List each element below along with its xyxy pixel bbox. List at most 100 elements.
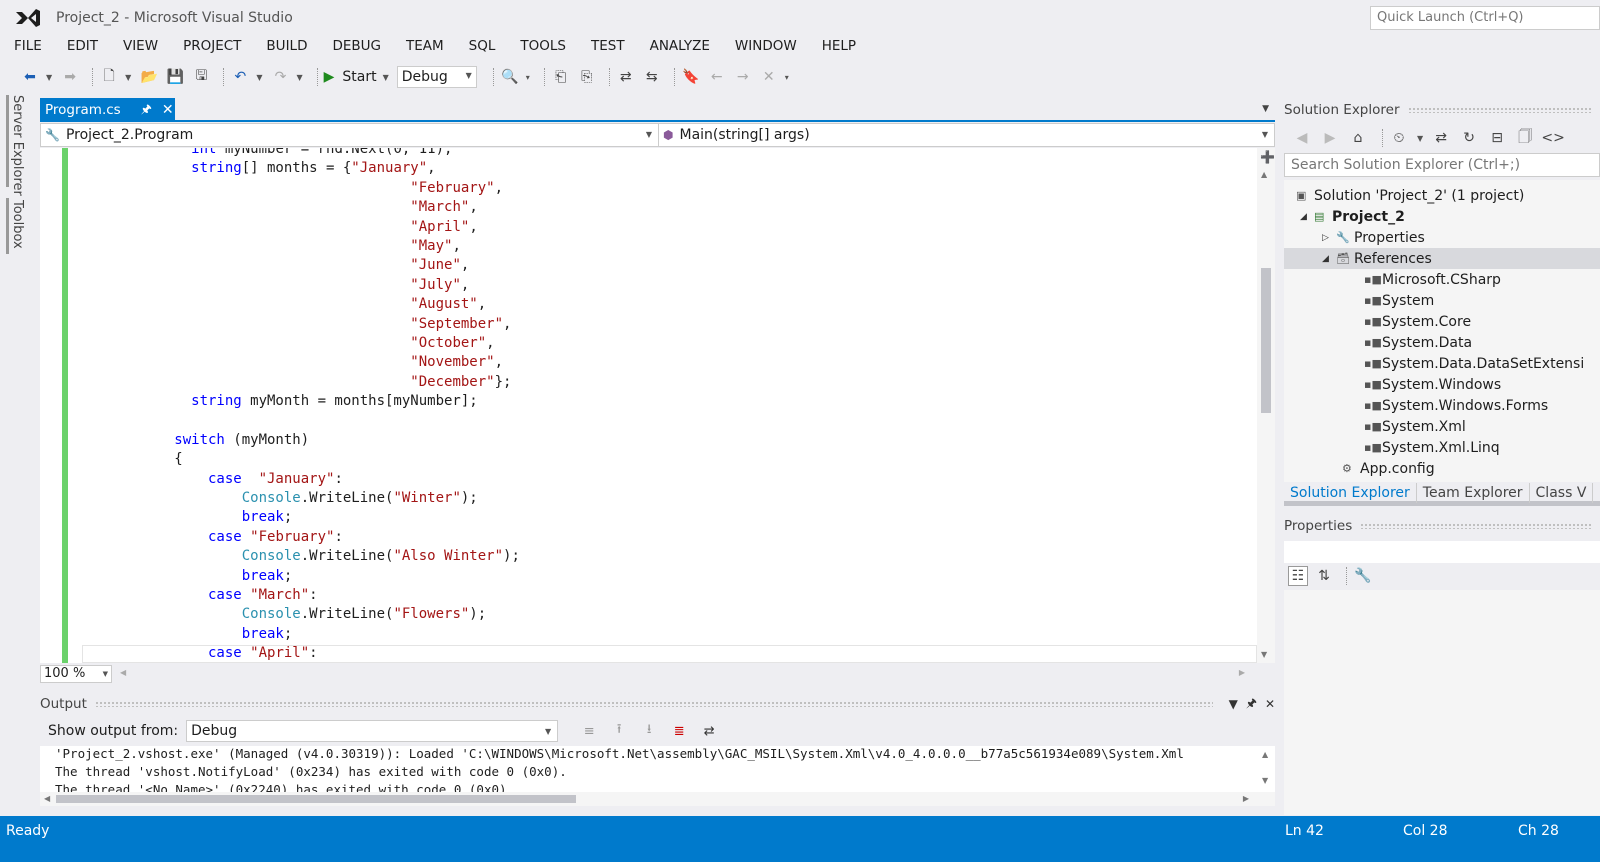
editor-vertical-scrollbar[interactable]: ➕ ▲ ▼	[1257, 148, 1275, 663]
tree-item-solution[interactable]: ▣ Solution 'Project_2' (1 project)	[1296, 185, 1524, 206]
menu-view[interactable]: VIEW	[123, 38, 158, 60]
close-icon[interactable]: ✕	[1265, 697, 1275, 711]
menu-team[interactable]: TEAM	[406, 38, 444, 60]
code-line[interactable]: "May",	[90, 237, 1255, 256]
new-project-dropdown-icon[interactable]: ▼	[125, 73, 131, 82]
code-line[interactable]	[90, 411, 1255, 430]
scroll-right-icon[interactable]: ▶	[1243, 794, 1249, 803]
menu-analyze[interactable]: ANALYZE	[650, 38, 710, 60]
go-to-next-message-icon[interactable]: ⭳	[638, 721, 660, 741]
undo-dropdown-icon[interactable]: ▼	[256, 73, 262, 82]
solution-configuration-select[interactable]: Debug ▼	[396, 66, 477, 88]
drag-grip[interactable]	[1360, 523, 1592, 529]
new-project-icon[interactable]: 🗋	[99, 67, 119, 87]
output-vertical-scrollbar[interactable]: ▲ ▼	[1257, 746, 1275, 792]
code-line[interactable]: "October",	[90, 334, 1255, 353]
uncomment-lines-icon[interactable]: ⇆	[642, 67, 662, 87]
expanded-icon[interactable]: ◢	[1300, 212, 1314, 222]
class-navigation-dropdown[interactable]: 🔧 Project_2.Program ▼	[41, 124, 659, 146]
scroll-down-icon[interactable]: ▼	[1261, 650, 1267, 659]
code-line[interactable]: "September",	[90, 315, 1255, 334]
code-line[interactable]: "March",	[90, 198, 1255, 217]
menu-edit[interactable]: EDIT	[67, 38, 98, 60]
output-text-area[interactable]: 'Project_2.vshost.exe' (Managed (v4.0.30…	[40, 746, 1275, 792]
code-text[interactable]: int myNumber = rnd.Next(0, 11); string[]…	[90, 148, 1255, 663]
tree-item-reference[interactable]: ▪■ Microsoft.CSharp	[1364, 269, 1501, 290]
window-position-dropdown-icon[interactable]: ▼	[1229, 697, 1238, 711]
expanded-icon[interactable]: ◢	[1322, 254, 1336, 264]
code-line[interactable]: {	[90, 450, 1255, 469]
menu-help[interactable]: HELP	[822, 38, 856, 60]
menu-debug[interactable]: DEBUG	[332, 38, 381, 60]
start-dropdown-icon[interactable]: ▼	[383, 73, 389, 82]
redo-icon[interactable]: ↷	[270, 67, 290, 87]
scroll-up-icon[interactable]: ▲	[1262, 750, 1268, 759]
code-line[interactable]: case "February":	[90, 528, 1255, 547]
tree-item-reference[interactable]: ▪■ System.Xml	[1364, 416, 1466, 437]
scroll-left-icon[interactable]: ◀	[120, 668, 126, 677]
drag-grip[interactable]	[1407, 107, 1592, 113]
server-explorer-tab[interactable]: Server Explorer	[10, 95, 25, 196]
solution-explorer-search-input[interactable]: Search Solution Explorer (Ctrl+;)	[1284, 153, 1600, 177]
navigate-back-dropdown-icon[interactable]: ▼	[46, 73, 52, 82]
find-dropdown-icon[interactable]: ▾	[526, 73, 530, 82]
code-line[interactable]: Console.WriteLine("Flowers");	[90, 605, 1255, 624]
tree-item-reference[interactable]: ▪■ System.Windows.Forms	[1364, 395, 1548, 416]
code-editor[interactable]: int myNumber = rnd.Next(0, 11); string[]…	[40, 148, 1275, 663]
scrollbar-thumb[interactable]	[1261, 268, 1271, 413]
code-line[interactable]: case "April":	[90, 644, 1255, 663]
pending-changes-filter-icon[interactable]: ⏲	[1389, 128, 1409, 148]
split-window-icon[interactable]: ➕	[1260, 150, 1275, 164]
member-navigation-dropdown[interactable]: ⬢ Main(string[] args) ▼	[659, 124, 1274, 146]
step-over-icon[interactable]: ⎘	[577, 67, 597, 87]
comment-lines-icon[interactable]: ⇄	[616, 67, 636, 87]
refresh-icon[interactable]: ↻	[1459, 128, 1479, 148]
home-icon[interactable]: ⌂	[1348, 128, 1368, 148]
open-file-icon[interactable]: 📂	[139, 67, 159, 87]
forward-icon[interactable]: ▶	[1320, 128, 1340, 148]
view-code-icon[interactable]: <>	[1541, 128, 1564, 148]
redo-dropdown-icon[interactable]: ▼	[296, 73, 302, 82]
sync-with-active-document-icon[interactable]: ⇄	[1431, 128, 1451, 148]
code-line[interactable]: "April",	[90, 218, 1255, 237]
menu-sql[interactable]: SQL	[469, 38, 496, 60]
menu-tools[interactable]: TOOLS	[520, 38, 566, 60]
show-all-files-icon[interactable]: 🗍	[1515, 128, 1535, 148]
clear-bookmarks-icon[interactable]: ✕	[759, 67, 779, 87]
code-line[interactable]: "August",	[90, 295, 1255, 314]
scroll-down-icon[interactable]: ▼	[1262, 776, 1268, 785]
code-line[interactable]: case "January":	[90, 470, 1255, 489]
drag-grip[interactable]	[94, 701, 1213, 707]
save-icon[interactable]: 💾	[165, 67, 185, 87]
code-line[interactable]: "December"};	[90, 373, 1255, 392]
tree-item-reference[interactable]: ▪■ System.Data	[1364, 332, 1472, 353]
tree-item-project[interactable]: ◢ ▤ Project_2	[1300, 206, 1405, 227]
pin-icon[interactable]: 🖈	[141, 100, 152, 121]
tree-item-reference[interactable]: ▪■ System.Windows	[1364, 374, 1501, 395]
tab-team-explorer[interactable]: Team Explorer	[1417, 482, 1530, 503]
collapse-all-icon[interactable]: ⊟	[1487, 128, 1507, 148]
back-icon[interactable]: ◀	[1292, 128, 1312, 148]
auto-hide-pin-icon[interactable]: 🖈	[1246, 694, 1257, 715]
toolbar-overflow-icon[interactable]: ▾	[785, 73, 789, 82]
find-message-in-code-icon[interactable]: ≡	[578, 721, 600, 741]
code-line[interactable]: case "March":	[90, 586, 1255, 605]
tree-item-reference[interactable]: ▪■ System	[1364, 290, 1434, 311]
tab-class-view[interactable]: Class V	[1530, 482, 1594, 503]
code-line[interactable]: switch (myMonth)	[90, 431, 1255, 450]
code-line[interactable]: int myNumber = rnd.Next(0, 11);	[90, 148, 1255, 159]
scroll-right-icon[interactable]: ▶	[1239, 668, 1245, 677]
code-line[interactable]: "February",	[90, 179, 1255, 198]
collapsed-icon[interactable]: ▷	[1322, 233, 1336, 243]
categorized-icon[interactable]: ☷	[1288, 566, 1308, 586]
code-line[interactable]: break;	[90, 508, 1255, 527]
tab-program-cs[interactable]: Program.cs 🖈 ✕	[40, 98, 175, 122]
menu-file[interactable]: FILE	[14, 38, 42, 60]
menu-test[interactable]: TEST	[591, 38, 625, 60]
find-in-files-icon[interactable]: 🔍	[500, 67, 520, 87]
tree-item-properties[interactable]: ▷ 🔧 Properties	[1322, 227, 1425, 248]
previous-bookmark-icon[interactable]: ←	[707, 67, 727, 87]
undo-icon[interactable]: ↶	[230, 67, 250, 87]
code-line[interactable]: "November",	[90, 353, 1255, 372]
code-line[interactable]: "July",	[90, 276, 1255, 295]
